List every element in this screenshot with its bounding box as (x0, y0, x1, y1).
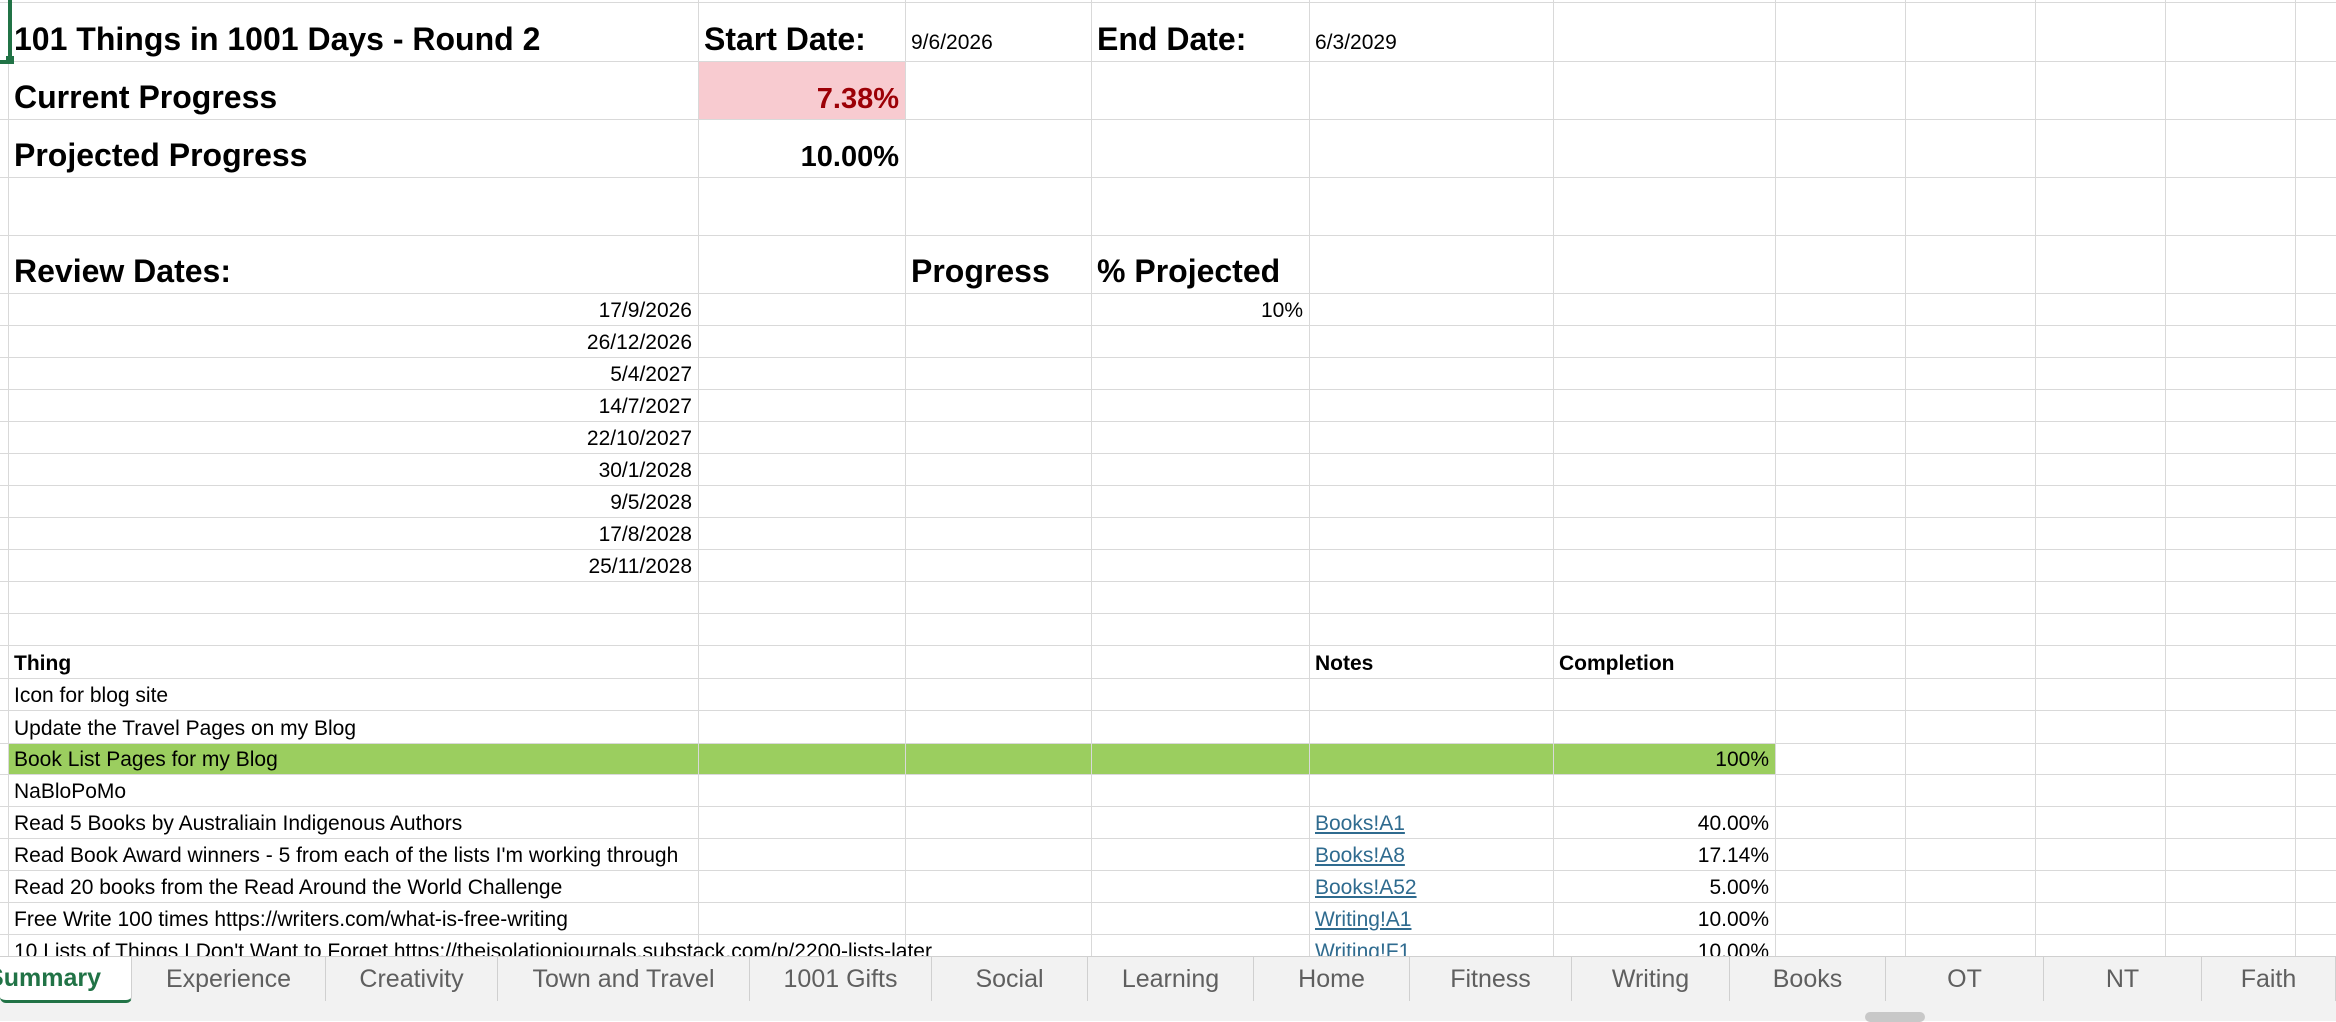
review-date[interactable]: 14/7/2027 (8, 389, 698, 421)
pct-projected-header[interactable]: % Projected (1091, 235, 1309, 293)
review-date[interactable]: 5/4/2027 (8, 357, 698, 389)
review-date[interactable]: 9/5/2028 (8, 485, 698, 517)
thing-cell[interactable]: 10 Lists of Things I Don't Want to Forge… (8, 934, 932, 956)
tab-nt[interactable]: NT (2044, 957, 2202, 1001)
thing-cell[interactable]: Read 20 books from the Read Around the W… (8, 870, 698, 902)
notes-link[interactable]: Writing!A1 (1309, 902, 1553, 934)
thing-cell[interactable]: Book List Pages for my Blog (8, 743, 698, 774)
completion-column-header[interactable]: Completion (1553, 645, 1775, 678)
completion-cell[interactable]: 5.00% (1553, 870, 1775, 902)
notes-link[interactable]: Books!A52 (1309, 870, 1553, 902)
notes-column-header[interactable]: Notes (1309, 645, 1553, 678)
thing-cell[interactable]: Update the Travel Pages on my Blog (8, 710, 698, 743)
tab-creativity[interactable]: Creativity (326, 957, 498, 1001)
notes-link[interactable]: Books!A8 (1309, 838, 1553, 870)
end-date-value[interactable]: 6/3/2029 (1309, 2, 1553, 61)
thing-cell[interactable]: Free Write 100 times https://writers.com… (8, 902, 698, 934)
tab-1001-gifts[interactable]: 1001 Gifts (750, 957, 932, 1001)
start-date-label[interactable]: Start Date: (698, 2, 905, 61)
thing-cell[interactable]: Read Book Award winners - 5 from each of… (8, 838, 698, 870)
tab-learning[interactable]: Learning (1088, 957, 1254, 1001)
completion-cell[interactable]: 17.14% (1553, 838, 1775, 870)
review-date[interactable]: 17/9/2026 (8, 293, 698, 325)
notes-link[interactable]: Books!A1 (1309, 806, 1553, 838)
completion-cell[interactable]: 10.00% (1553, 902, 1775, 934)
tab-books[interactable]: Books (1730, 957, 1886, 1001)
tab-summary[interactable]: Summary (0, 957, 132, 1003)
review-date[interactable]: 26/12/2026 (8, 325, 698, 357)
tab-home[interactable]: Home (1254, 957, 1410, 1001)
spreadsheet-grid[interactable]: 101 Things in 1001 Days - Round 2 Start … (0, 0, 2336, 956)
tab-social[interactable]: Social (932, 957, 1088, 1001)
notes-link[interactable]: Writing!F1 (1309, 934, 1553, 956)
end-date-label[interactable]: End Date: (1091, 2, 1309, 61)
thing-cell[interactable]: Read 5 Books by Australiain Indigenous A… (8, 806, 698, 838)
current-progress-value[interactable]: 7.38% (698, 61, 905, 119)
thing-cell[interactable]: NaBloPoMo (8, 774, 698, 806)
sheet-title[interactable]: 101 Things in 1001 Days - Round 2 (8, 2, 698, 61)
thing-column-header[interactable]: Thing (8, 645, 698, 678)
progress-header[interactable]: Progress (905, 235, 1091, 293)
projected-progress-value[interactable]: 10.00% (698, 119, 905, 177)
review-date[interactable]: 25/11/2028 (8, 549, 698, 581)
completion-cell[interactable]: 10.00% (1553, 934, 1775, 956)
projected-progress-label[interactable]: Projected Progress (8, 119, 698, 177)
review-date[interactable]: 17/8/2028 (8, 517, 698, 549)
tab-experience[interactable]: Experience (132, 957, 326, 1001)
review-dates-header[interactable]: Review Dates: (8, 235, 698, 293)
tab-town-and-travel[interactable]: Town and Travel (498, 957, 750, 1001)
tab-ot[interactable]: OT (1886, 957, 2044, 1001)
review-date[interactable]: 22/10/2027 (8, 421, 698, 453)
completion-cell[interactable]: 40.00% (1553, 806, 1775, 838)
thing-cell[interactable]: Icon for blog site (8, 678, 698, 710)
completion-cell[interactable]: 100% (1553, 743, 1775, 774)
review-date[interactable]: 30/1/2028 (8, 453, 698, 485)
start-date-value[interactable]: 9/6/2026 (905, 2, 1091, 61)
current-progress-label[interactable]: Current Progress (8, 61, 698, 119)
sheet-tab-bar: Summary Experience Creativity Town and T… (0, 956, 2336, 1021)
tab-fitness[interactable]: Fitness (1410, 957, 1572, 1001)
horizontal-scrollbar[interactable] (1865, 1012, 1925, 1022)
tab-writing[interactable]: Writing (1572, 957, 1730, 1001)
tab-faith[interactable]: Faith (2202, 957, 2336, 1001)
review-pct-projected[interactable]: 10% (1091, 293, 1309, 325)
